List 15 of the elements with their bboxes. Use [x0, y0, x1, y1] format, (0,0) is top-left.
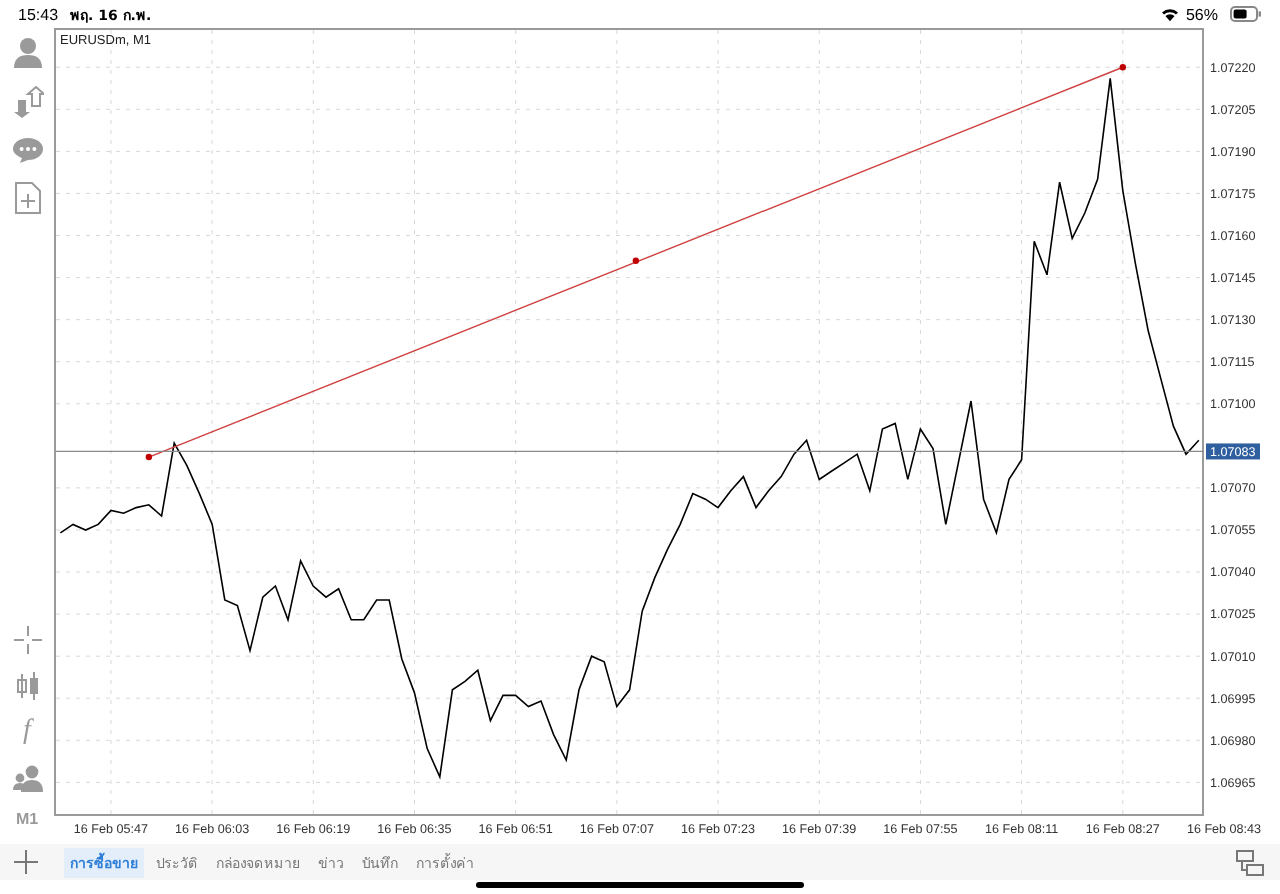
crosshair-icon[interactable] [13, 626, 41, 654]
battery-percent: 56% [1185, 5, 1218, 23]
chat-icon[interactable] [11, 136, 43, 164]
account-icon[interactable] [11, 36, 43, 68]
indicator-button[interactable]: f [23, 718, 31, 746]
window-layout-icon[interactable] [1236, 849, 1264, 875]
people-icon[interactable] [11, 764, 43, 792]
add-icon[interactable] [14, 850, 38, 874]
battery-icon [1230, 6, 1262, 22]
wifi-icon [1159, 6, 1180, 22]
timeframe-button[interactable]: M1 [15, 810, 39, 828]
trade-arrows-icon[interactable] [11, 86, 43, 118]
new-document-icon[interactable] [13, 182, 41, 214]
clock-time: 15:43 [18, 5, 59, 23]
candlestick-icon[interactable] [13, 672, 41, 700]
